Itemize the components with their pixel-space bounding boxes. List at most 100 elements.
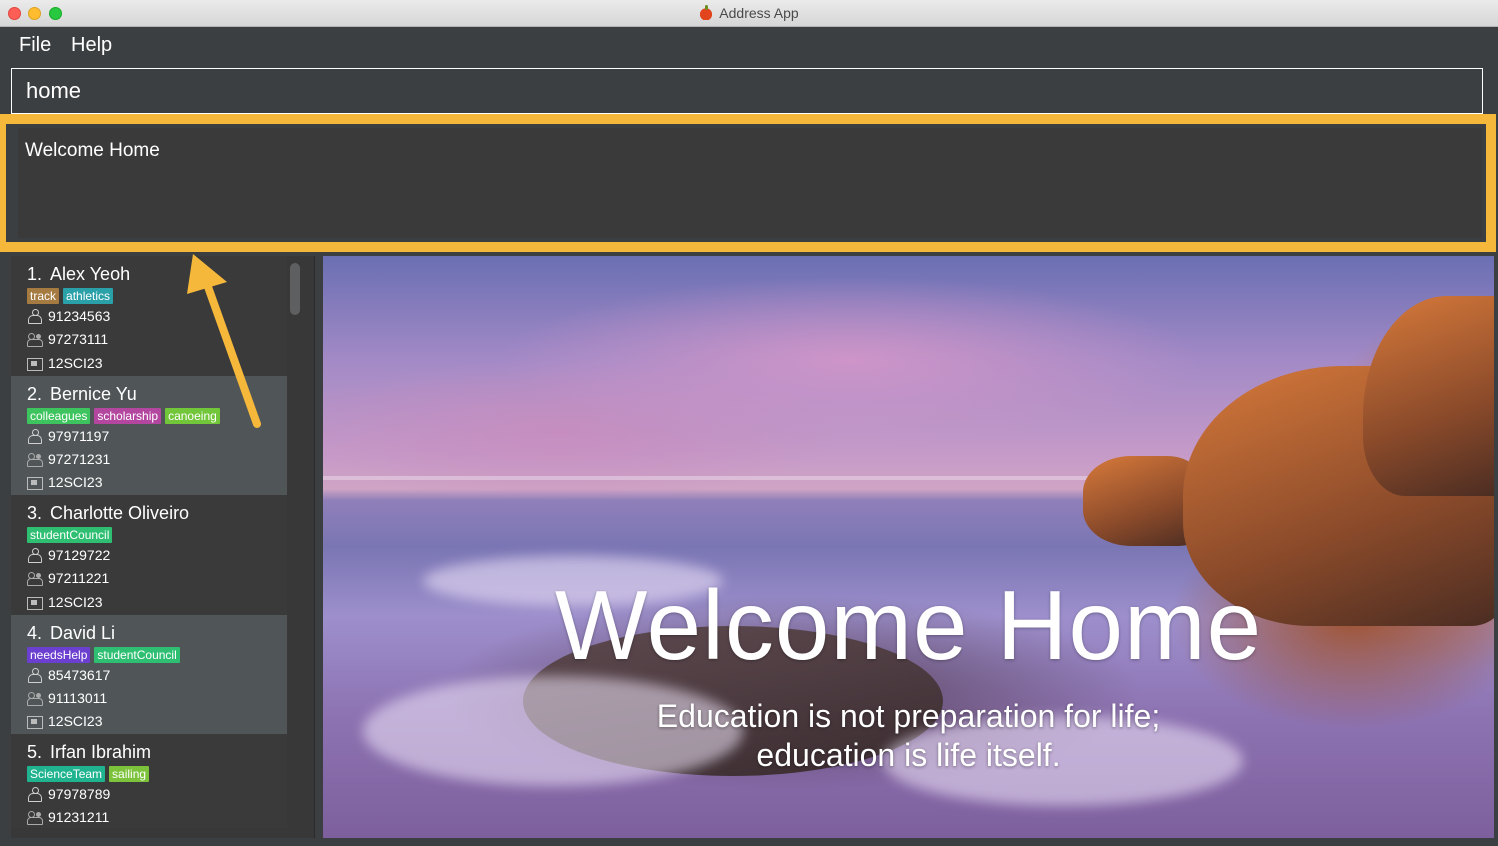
background-rock (1363, 296, 1494, 496)
tag-list: colleagues scholarship canoeing (27, 407, 287, 425)
person-card[interactable]: 5. Irfan Ibrahim ScienceTeam sailing 97978… (11, 734, 287, 828)
window-title: Address App (719, 5, 799, 21)
command-input[interactable] (26, 78, 1426, 104)
welcome-quote-line: education is life itself. (756, 737, 1061, 773)
result-display-highlight: Welcome Home (0, 114, 1496, 252)
scrollbar-thumb[interactable] (290, 263, 300, 315)
person-name: Bernice Yu (50, 383, 137, 404)
phone-number: 97129722 (48, 547, 111, 563)
person-card[interactable]: 2. Bernice Yu colleagues scholarship canoei… (11, 375, 287, 495)
welcome-quote: Education is not preparation for life; e… (323, 697, 1494, 775)
person-name: David Li (50, 622, 116, 643)
class-name: 12SCI23 (48, 354, 103, 371)
person-index: 5. (27, 742, 43, 762)
tag-list: needsHelp studentCouncil (27, 646, 287, 664)
welcome-title: Welcome Home (554, 570, 1263, 680)
person-icon (27, 428, 43, 444)
class-row: 12SCI23 (27, 710, 287, 733)
tag: studentCouncil (27, 527, 113, 543)
home-phone-number: 97271231 (48, 450, 111, 467)
phone-number: 97978789 (48, 786, 111, 802)
home-phone-row: 97273111 (27, 328, 287, 351)
app-apple-icon (699, 5, 714, 20)
welcome-quote-line: Education is not preparation for life; (656, 698, 1161, 734)
command-box[interactable] (11, 68, 1483, 114)
home-phone-number: 97273111 (48, 331, 109, 348)
home-phone-row: 97271231 (27, 448, 287, 471)
phone-number: 91234563 (48, 308, 111, 324)
result-text: Welcome Home (25, 140, 160, 161)
family-icon (27, 571, 43, 587)
tag: needsHelp (27, 646, 91, 663)
tag-list: track athletics (27, 287, 287, 305)
tag: studentCouncil (94, 646, 180, 663)
person-list-panel: 1. Alex Yeoh track athletics 91234563 9727… (11, 256, 314, 838)
person-card[interactable]: 1. Alex Yeoh track athletics 91234563 9727… (11, 256, 287, 376)
phone-row: 97978789 (27, 783, 287, 806)
person-list[interactable]: 1. Alex Yeoh track athletics 91234563 9727… (11, 256, 287, 828)
person-name: Alex Yeoh (50, 264, 131, 284)
family-icon (27, 452, 43, 467)
person-name: Charlotte Oliveiro (50, 503, 190, 523)
classroom-icon (27, 595, 43, 610)
home-phone-number: 97211221 (48, 570, 110, 587)
person-name-row: 5. Irfan Ibrahim (27, 742, 287, 763)
person-index: 3. (27, 503, 43, 523)
classroom-icon (27, 475, 43, 491)
home-phone-row: 97211221 (27, 567, 287, 590)
phone-row: 91234563 (27, 305, 287, 328)
person-card[interactable]: 4. David Li needsHelp studentCouncil 85473… (11, 614, 287, 734)
person-index: 4. (27, 622, 43, 643)
person-name-row: 3. Charlotte Oliveiro (27, 503, 287, 524)
person-index: 2. (27, 383, 43, 404)
person-name-row: 2. Bernice Yu (27, 384, 287, 405)
classroom-icon (27, 714, 43, 730)
class-row: 12SCI23 (27, 352, 287, 375)
person-name: Irfan Ibrahim (50, 742, 152, 762)
class-name: 12SCI23 (48, 713, 103, 730)
tag: colleagues (27, 407, 91, 424)
menu-help[interactable]: Help (71, 34, 112, 57)
person-icon (27, 309, 43, 324)
result-display-wrap: Welcome Home (0, 112, 1498, 254)
classroom-icon (27, 356, 43, 371)
home-phone-row: 91231211 (27, 806, 287, 828)
person-name-row: 1. Alex Yeoh (27, 264, 287, 285)
class-name: 12SCI23 (48, 474, 103, 491)
phone-number: 85473617 (48, 666, 111, 683)
class-row: 12SCI23 (27, 591, 287, 614)
menu-file[interactable]: File (19, 34, 51, 57)
phone-row: 85473617 (27, 664, 287, 687)
tag: track (27, 288, 60, 304)
phone-row: 97129722 (27, 544, 287, 567)
window-titlebar: Address App (0, 0, 1498, 27)
window-title-wrap: Address App (0, 5, 1498, 21)
tag: athletics (63, 288, 114, 304)
class-name: 12SCI23 (48, 593, 103, 610)
home-phone-row: 91113011 (27, 687, 287, 710)
person-card[interactable]: 3. Charlotte Oliveiro studentCouncil 9712… (11, 495, 287, 615)
home-phone-number: 91231211 (48, 809, 110, 826)
tag-list: studentCouncil (27, 526, 287, 544)
family-icon (27, 332, 43, 348)
tag: scholarship (94, 407, 162, 424)
split-pane-divider[interactable] (314, 256, 322, 838)
list-scrollbar[interactable] (290, 261, 300, 827)
person-icon (27, 667, 43, 683)
phone-row: 97971197 (27, 425, 287, 448)
tag: canoeing (165, 407, 220, 424)
tag-list: ScienceTeam sailing (27, 765, 287, 783)
class-row: 12SCI23 (27, 471, 287, 494)
tag: sailing (109, 766, 150, 782)
welcome-panel: Welcome Home Education is not preparatio… (323, 256, 1494, 838)
person-icon (27, 787, 43, 802)
family-icon (27, 810, 43, 826)
result-display[interactable]: Welcome Home (18, 128, 1482, 238)
person-name-row: 4. David Li (27, 623, 287, 644)
menu-bar: File Help (0, 28, 1498, 62)
person-index: 1. (27, 264, 43, 284)
family-icon (27, 691, 43, 706)
home-phone-number: 91113011 (48, 689, 108, 706)
tag: ScienceTeam (27, 766, 106, 782)
phone-number: 97971197 (48, 427, 110, 444)
